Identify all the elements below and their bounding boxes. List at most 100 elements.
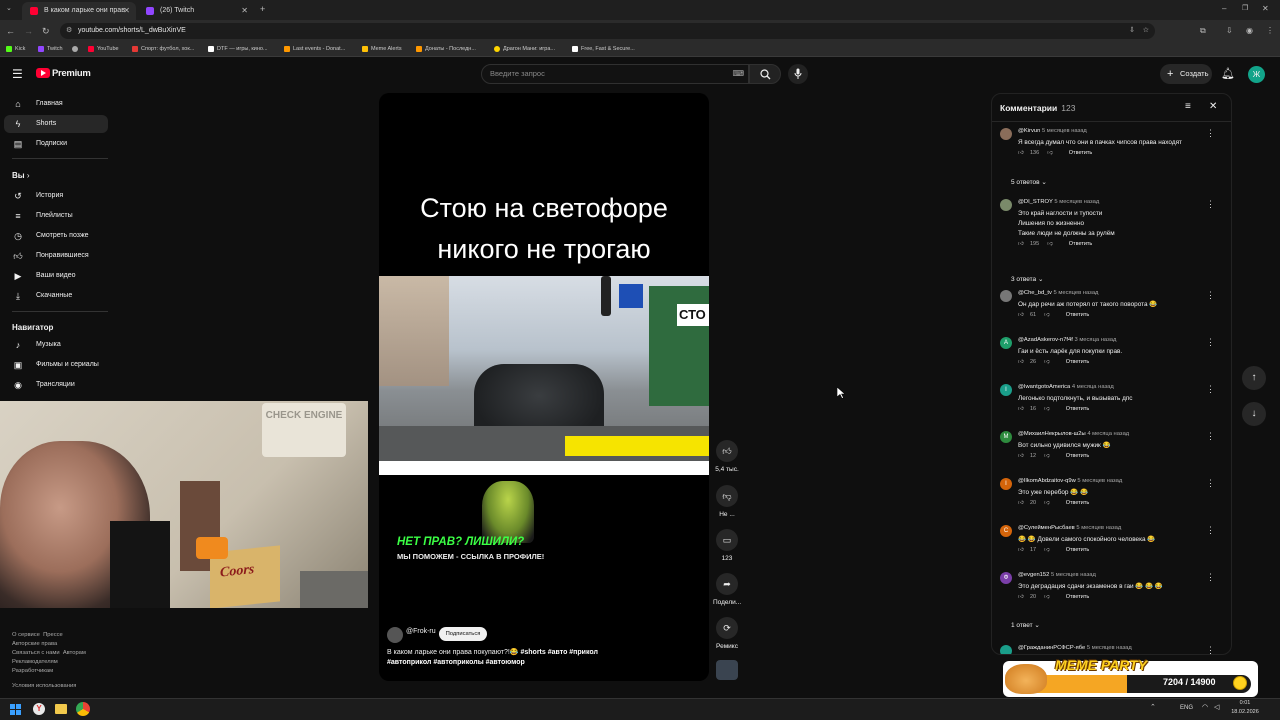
share-icon[interactable]: ➦: [716, 573, 738, 595]
comment-menu-icon[interactable]: ⋮: [1206, 431, 1215, 442]
comment-author[interactable]: @Kirvun 5 месяцев назад: [1018, 128, 1087, 134]
comment-reply-button[interactable]: Ответить: [1066, 359, 1090, 365]
tab-twitch[interactable]: (26) Twitch ✕: [138, 2, 254, 20]
bookmark-meme-alerts[interactable]: Meme Alerts: [362, 44, 402, 54]
comment-dislike-icon[interactable]: 👎︎: [1044, 312, 1050, 318]
next-short-button[interactable]: ↓: [1242, 402, 1266, 426]
bookmark-twitch[interactable]: Twitch: [38, 44, 63, 54]
channel-avatar[interactable]: [387, 627, 403, 643]
show-replies-button[interactable]: 1 ответ ⌄: [1011, 621, 1040, 629]
close-tab-icon[interactable]: ✕: [123, 2, 130, 20]
account-avatar[interactable]: Ж: [1248, 66, 1265, 83]
comment-dislike-icon[interactable]: 👎︎: [1044, 406, 1050, 412]
dislike-action[interactable]: 👎︎ Не ...: [713, 485, 741, 518]
footer-link[interactable]: Условия использования: [12, 683, 76, 689]
bookmark-youtube[interactable]: YouTube: [88, 44, 119, 54]
comment-avatar[interactable]: C: [1000, 525, 1012, 537]
comment-icon[interactable]: ▭: [716, 529, 738, 551]
chrome-icon[interactable]: [76, 702, 90, 716]
sidebar-item-home[interactable]: ⌂ Главная: [4, 95, 108, 113]
comment-author[interactable]: @Che_bd_tv 5 месяцев назад: [1018, 290, 1098, 296]
sidebar-item-movies[interactable]: ▣ Фильмы и сериалы: [4, 356, 108, 374]
bookmark-kick[interactable]: Kick: [6, 44, 25, 54]
comment-reply-button[interactable]: Ответить: [1069, 150, 1093, 156]
bookmark-dtf[interactable]: DTF — игры, кино...: [208, 44, 268, 54]
comment-dislike-icon[interactable]: 👎︎: [1044, 594, 1050, 600]
comment-dislike-icon[interactable]: 👎︎: [1047, 241, 1053, 247]
comment-avatar[interactable]: [1000, 199, 1012, 211]
close-window-icon[interactable]: ✕: [1262, 1, 1269, 17]
sidebar-item-downloads[interactable]: ⤓ Скачанные: [4, 287, 108, 305]
install-icon[interactable]: ⇩: [1129, 23, 1135, 39]
create-button[interactable]: + Создать: [1160, 64, 1212, 84]
back-icon[interactable]: ←: [6, 23, 15, 39]
footer-link[interactable]: Авторские права: [12, 641, 57, 647]
close-tab-icon[interactable]: ✕: [241, 2, 248, 20]
bookmark-dragon[interactable]: Драгон Мани: игра...: [494, 44, 555, 54]
comment-author[interactable]: @DI_STROY 5 месяцев назад: [1018, 199, 1099, 205]
comment-reply-button[interactable]: Ответить: [1066, 406, 1090, 412]
comment-author[interactable]: @AzadAskerov-n7f4f 3 месяца назад: [1018, 337, 1116, 343]
comment-menu-icon[interactable]: ⋮: [1206, 525, 1215, 536]
comment-author[interactable]: @ГражданинРСФСР-ябе 5 месяцев назад: [1018, 645, 1132, 651]
shorts-video-player[interactable]: Стою на светофоре никого не трогаю СТО Н…: [379, 93, 709, 681]
reload-icon[interactable]: ↻: [42, 23, 50, 39]
voice-search-button[interactable]: [788, 64, 808, 84]
comment-dislike-icon[interactable]: 👎︎: [1044, 359, 1050, 365]
like-icon[interactable]: 👍︎: [716, 440, 738, 462]
wifi-icon[interactable]: ◠: [1202, 703, 1208, 711]
notifications-bell-icon[interactable]: 🔔︎: [1221, 67, 1235, 80]
sort-icon[interactable]: ≡: [1185, 101, 1191, 112]
comment-like-icon[interactable]: 👍︎: [1018, 547, 1030, 553]
comment-like-icon[interactable]: 👍︎: [1018, 594, 1030, 600]
remix-icon[interactable]: ⟳: [716, 617, 738, 639]
comment-menu-icon[interactable]: ⋮: [1206, 128, 1215, 139]
tab-menu-icon[interactable]: ⌄: [6, 1, 12, 17]
bookmark-sport[interactable]: Спорт: футбол, хок...: [132, 44, 194, 54]
show-replies-button[interactable]: 5 ответов ⌄: [1011, 178, 1047, 186]
comment-like-icon[interactable]: 👍︎: [1018, 359, 1030, 365]
comment-menu-icon[interactable]: ⋮: [1206, 645, 1215, 654]
bookmark-donat[interactable]: Last events - Donat...: [284, 44, 345, 54]
show-replies-button[interactable]: 3 ответа ⌄: [1011, 275, 1043, 283]
bookmark-free-fast[interactable]: Free, Fast & Secure...: [572, 44, 635, 54]
file-explorer-icon[interactable]: [55, 704, 67, 714]
comment-reply-button[interactable]: Ответить: [1066, 500, 1090, 506]
comment-reply-button[interactable]: Ответить: [1069, 241, 1093, 247]
footer-link[interactable]: Рекламодателям: [12, 659, 58, 665]
comment-avatar[interactable]: [1000, 128, 1012, 140]
comment-author[interactable]: @IwantgotoAmerica 4 месяца назад: [1018, 384, 1114, 390]
comment-menu-icon[interactable]: ⋮: [1206, 384, 1215, 395]
windows-start-icon[interactable]: [10, 704, 22, 716]
search-input[interactable]: Введите запрос ⌨: [481, 64, 749, 84]
extensions-icon[interactable]: ⧉: [1200, 23, 1206, 39]
volume-icon[interactable]: ◁: [1214, 703, 1219, 711]
comment-avatar[interactable]: I: [1000, 478, 1012, 490]
clock-time[interactable]: 0:01: [1230, 700, 1260, 706]
footer-link[interactable]: Связаться с нами: [12, 650, 60, 656]
comment-author[interactable]: @evgen152 5 месяцев назад: [1018, 572, 1096, 578]
sidebar-item-playlists[interactable]: ≡ Плейлисты: [4, 207, 108, 225]
comment-dislike-icon[interactable]: 👎︎: [1044, 547, 1050, 553]
comment-like-icon[interactable]: 👍︎: [1018, 406, 1030, 412]
description-tags[interactable]: #автоприкол #автоприколы #автоюмор: [387, 659, 525, 666]
comment-like-icon[interactable]: 👍︎: [1018, 453, 1030, 459]
search-button[interactable]: [749, 64, 781, 84]
bookmark-star-icon[interactable]: ☆: [1143, 23, 1149, 39]
tab-youtube[interactable]: В каком ларьке они прав ✕: [22, 2, 136, 20]
browser-menu-icon[interactable]: ⋮: [1266, 23, 1274, 39]
tray-chevron-icon[interactable]: ⌃: [1150, 703, 1156, 711]
keyboard-icon[interactable]: ⌨: [732, 65, 744, 83]
comment-avatar[interactable]: Ф: [1000, 572, 1012, 584]
yandex-browser-icon[interactable]: Y: [33, 703, 45, 715]
comment-dislike-icon[interactable]: 👎︎: [1047, 150, 1053, 156]
comment-reply-button[interactable]: Ответить: [1066, 312, 1090, 318]
audio-thumbnail[interactable]: [716, 660, 738, 680]
site-info-icon[interactable]: ⚙: [66, 23, 72, 39]
comment-like-icon[interactable]: 👍︎: [1018, 312, 1030, 318]
comment-reply-button[interactable]: Ответить: [1066, 594, 1090, 600]
you-section-header[interactable]: Вы ›: [12, 171, 30, 180]
comment-like-icon[interactable]: 👍︎: [1018, 241, 1030, 247]
restore-icon[interactable]: ❐: [1242, 1, 1248, 17]
comment-menu-icon[interactable]: ⋮: [1206, 337, 1215, 348]
